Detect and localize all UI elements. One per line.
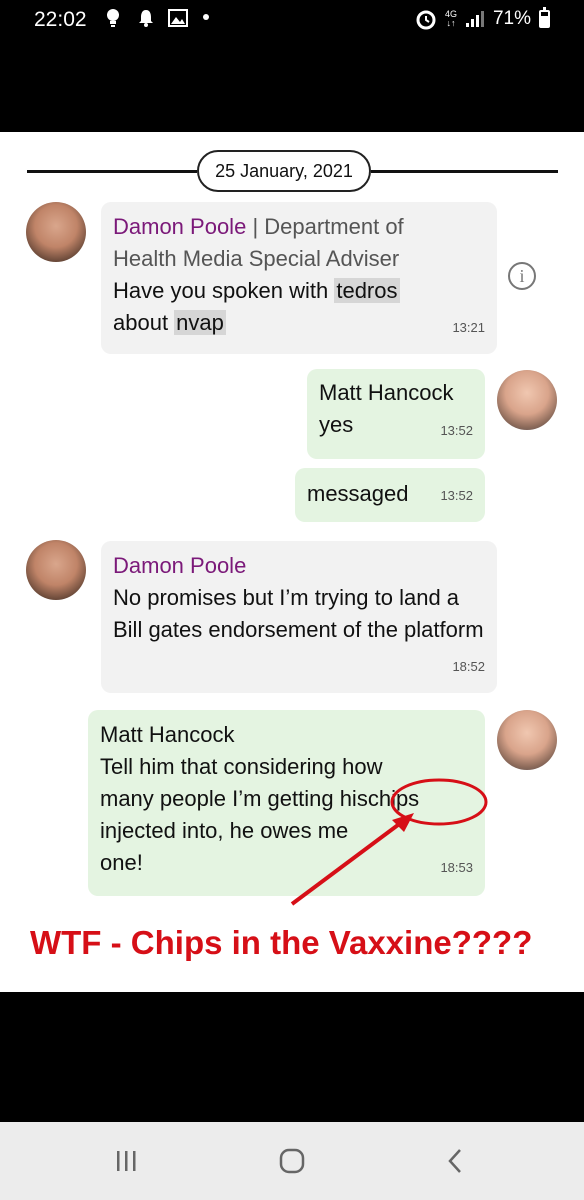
- recent-apps-button[interactable]: [108, 1144, 144, 1178]
- battery-percent: 71%: [492, 8, 531, 29]
- status-time: 22:02: [34, 8, 87, 31]
- back-icon: [448, 1149, 461, 1173]
- lightbulb-icon: [107, 9, 119, 27]
- notification-icon: [139, 10, 153, 27]
- home-icon: [279, 1148, 305, 1174]
- battery-icon: [539, 7, 550, 28]
- status-right: 4G ↓↑ 71%: [415, 7, 550, 30]
- annotation-caption: WTF - Chips in the Vaxxine????: [30, 924, 533, 961]
- home-button[interactable]: [272, 1144, 312, 1178]
- alarm-icon: [416, 10, 436, 30]
- recent-apps-icon: [117, 1151, 136, 1171]
- back-button[interactable]: [437, 1144, 473, 1178]
- status-bar: 22:02 4G ↓↑ 71%: [0, 0, 584, 40]
- gallery-icon: [168, 9, 188, 27]
- signal-icon: [465, 11, 484, 27]
- dot-icon: [203, 14, 209, 20]
- navigation-bar: [0, 1122, 584, 1200]
- arrow-annotation: [290, 820, 404, 906]
- chat-screenshot: 25 January, 2021 Damon Poole | Departmen…: [0, 132, 584, 992]
- red-annotation: [290, 778, 488, 906]
- network-indicator: 4G ↓↑: [444, 9, 457, 28]
